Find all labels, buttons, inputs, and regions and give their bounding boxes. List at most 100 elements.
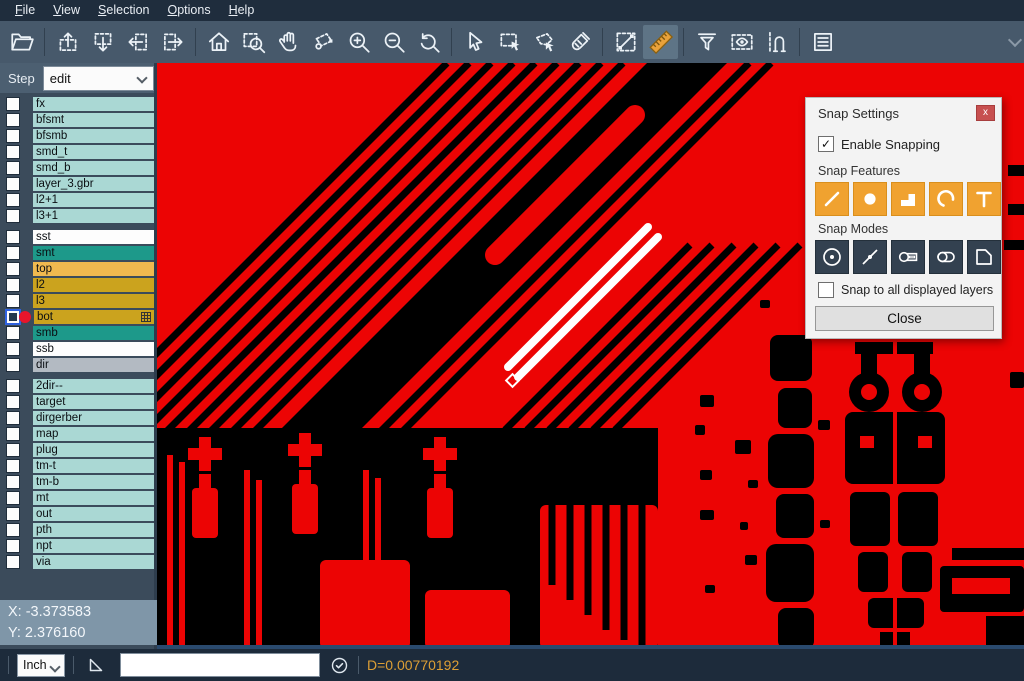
layer-visibility-checkbox[interactable]: [6, 379, 20, 393]
view-box-button[interactable]: [724, 25, 759, 59]
layer-row-layer_3.gbr[interactable]: layer_3.gbr: [0, 176, 154, 192]
layer-row-bfsmb[interactable]: bfsmb: [0, 128, 154, 144]
menu-item-view[interactable]: View: [44, 0, 89, 21]
pad-feature-button[interactable]: [853, 182, 887, 216]
layer-label[interactable]: dir: [33, 358, 154, 373]
layer-label[interactable]: l3: [33, 294, 154, 309]
checkbox-box[interactable]: [818, 282, 834, 298]
layer-label[interactable]: npt: [33, 539, 154, 554]
layer-label[interactable]: pth: [33, 523, 154, 538]
snap-all-layers-checkbox[interactable]: Snap to all displayed layers: [818, 282, 993, 298]
checkbox-box[interactable]: ✓: [818, 136, 834, 152]
layer-label[interactable]: bfsmt: [33, 113, 154, 128]
clean-brush-button[interactable]: [562, 25, 597, 59]
zoom-in-button[interactable]: [341, 25, 376, 59]
ruler-button[interactable]: [643, 25, 678, 59]
text-feature-button[interactable]: [967, 182, 1001, 216]
layer-row-tm-t[interactable]: tm-t: [0, 458, 154, 474]
command-input[interactable]: [120, 653, 320, 677]
layer-label[interactable]: dirgerber: [33, 411, 154, 426]
layer-label[interactable]: l2+1: [33, 193, 154, 208]
layer-visibility-checkbox[interactable]: [6, 97, 20, 111]
layer-visibility-checkbox[interactable]: [6, 113, 20, 127]
pan-left-button[interactable]: [120, 25, 155, 59]
zoom-previous-button[interactable]: [411, 25, 446, 59]
layer-visibility-checkbox[interactable]: [6, 427, 20, 441]
corner-angle-icon[interactable]: [84, 653, 108, 677]
menu-item-file[interactable]: File: [6, 0, 44, 21]
layer-row-sst[interactable]: sst: [0, 229, 154, 245]
toolbar-overflow-chevron-icon[interactable]: [1008, 33, 1022, 47]
layer-label[interactable]: smt: [33, 246, 154, 261]
layer-row-smb[interactable]: smb: [0, 325, 154, 341]
snap-center-button[interactable]: [815, 240, 849, 274]
snap-midpoint-button[interactable]: [853, 240, 887, 274]
layer-row-pth[interactable]: pth: [0, 522, 154, 538]
layer-row-smd_t[interactable]: smd_t: [0, 144, 154, 160]
layer-visibility-checkbox[interactable]: [6, 459, 20, 473]
menu-item-help[interactable]: Help: [220, 0, 264, 21]
layer-label[interactable]: fx: [33, 97, 154, 112]
layer-visibility-checkbox[interactable]: [6, 294, 20, 308]
layer-row-tm-b[interactable]: tm-b: [0, 474, 154, 490]
snap-corner-button[interactable]: [967, 240, 1001, 274]
layer-visibility-checkbox[interactable]: [6, 209, 20, 223]
layer-row-dirgerber[interactable]: dirgerber: [0, 410, 154, 426]
layer-visibility-checkbox[interactable]: [6, 411, 20, 425]
layer-row-l2+1[interactable]: l2+1: [0, 192, 154, 208]
layer-label[interactable]: bot: [34, 310, 154, 325]
layer-row-l3+1[interactable]: l3+1: [0, 208, 154, 224]
layer-row-npt[interactable]: npt: [0, 538, 154, 554]
layer-row-l3[interactable]: l3: [0, 293, 154, 309]
layer-label[interactable]: l3+1: [33, 209, 154, 224]
layer-visibility-checkbox[interactable]: [6, 326, 20, 340]
layer-row-l2[interactable]: l2: [0, 277, 154, 293]
surface-feature-button[interactable]: [891, 182, 925, 216]
layer-label[interactable]: smd_t: [33, 145, 154, 160]
layer-row-ssb[interactable]: ssb: [0, 341, 154, 357]
close-button[interactable]: Close: [815, 306, 994, 331]
layer-visibility-checkbox[interactable]: [6, 555, 20, 569]
layer-row-smd_b[interactable]: smd_b: [0, 160, 154, 176]
layer-visibility-checkbox[interactable]: [6, 129, 20, 143]
layer-visibility-checkbox[interactable]: [6, 177, 20, 191]
menu-item-selection[interactable]: Selection: [89, 0, 158, 21]
layer-row-top[interactable]: top: [0, 261, 154, 277]
layer-visibility-checkbox[interactable]: [6, 342, 20, 356]
snap-pad-slot-button[interactable]: [891, 240, 925, 274]
layer-visibility-checkbox[interactable]: [6, 443, 20, 457]
layer-label[interactable]: smb: [33, 326, 154, 341]
layer-label[interactable]: target: [33, 395, 154, 410]
apply-check-icon[interactable]: [329, 655, 350, 676]
layer-visibility-checkbox[interactable]: [6, 539, 20, 553]
select-cursor-button[interactable]: [457, 25, 492, 59]
measure-line-button[interactable]: [608, 25, 643, 59]
hand-pan-button[interactable]: [271, 25, 306, 59]
layer-visibility-checkbox[interactable]: [6, 395, 20, 409]
layer-row-map[interactable]: map: [0, 426, 154, 442]
layer-row-via[interactable]: via: [0, 554, 154, 570]
layer-row-fx[interactable]: fx: [0, 96, 154, 112]
layer-visibility-checkbox[interactable]: [6, 193, 20, 207]
layer-row-dir[interactable]: dir: [0, 357, 154, 373]
layer-row-bfsmt[interactable]: bfsmt: [0, 112, 154, 128]
line-feature-button[interactable]: [815, 182, 849, 216]
layer-visibility-checkbox[interactable]: [6, 278, 20, 292]
layer-label[interactable]: smd_b: [33, 161, 154, 176]
layer-row-mt[interactable]: mt: [0, 490, 154, 506]
rect-select-button[interactable]: [492, 25, 527, 59]
layer-row-smt[interactable]: smt: [0, 245, 154, 261]
zoom-polygon-button[interactable]: [306, 25, 341, 59]
unit-select[interactable]: Inch: [17, 654, 65, 677]
layer-visibility-checkbox[interactable]: [6, 507, 20, 521]
layer-row-plug[interactable]: plug: [0, 442, 154, 458]
layer-visibility-checkbox[interactable]: [6, 230, 20, 244]
layer-visibility-checkbox[interactable]: [6, 475, 20, 489]
open-folder-button[interactable]: [4, 25, 39, 59]
layer-label[interactable]: out: [33, 507, 154, 522]
pan-up-button[interactable]: [50, 25, 85, 59]
step-select[interactable]: edit: [43, 66, 154, 91]
layer-label[interactable]: layer_3.gbr: [33, 177, 154, 192]
dialog-close-x-button[interactable]: x: [976, 105, 995, 121]
layer-label[interactable]: mt: [33, 491, 154, 506]
